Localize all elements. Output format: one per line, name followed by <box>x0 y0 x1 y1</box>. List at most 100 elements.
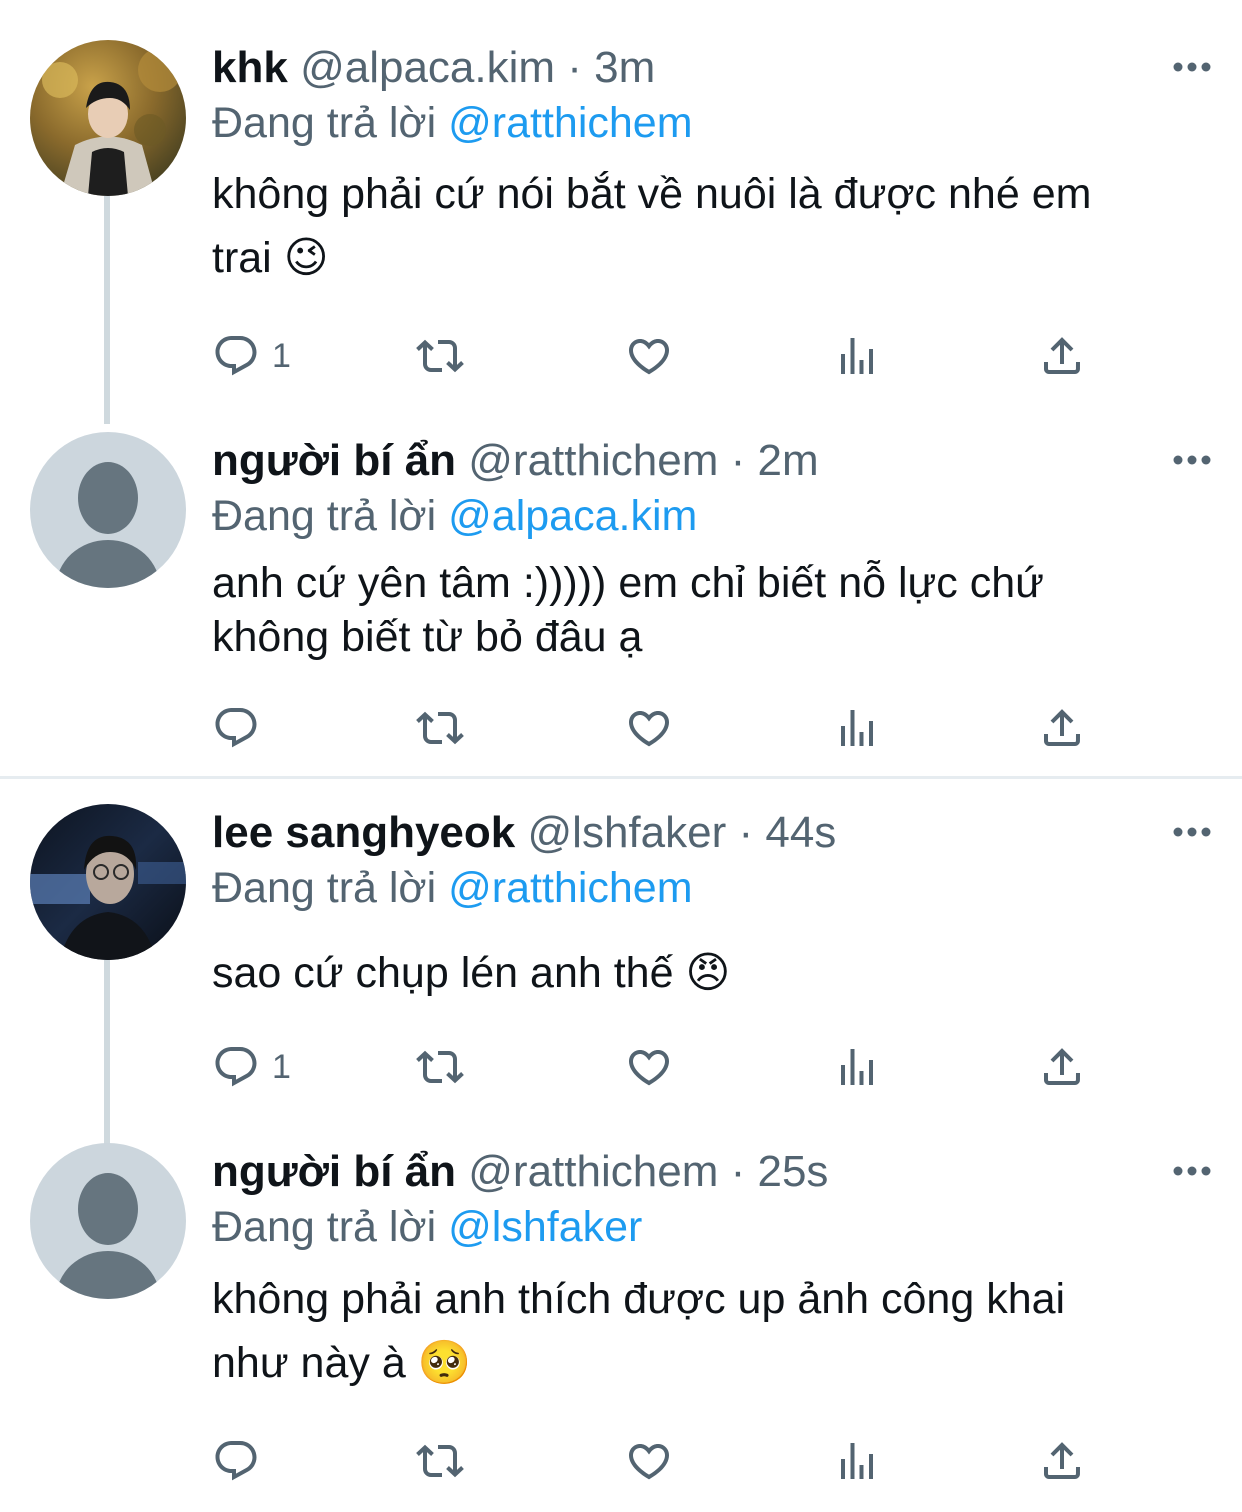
views-button[interactable] <box>833 698 881 758</box>
retweet-icon <box>416 1050 464 1084</box>
tweet-text-line: không biết từ bỏ đâu ạ <box>212 613 643 661</box>
tweet-header: người bí ẩn @ratthichem · 2m <box>212 434 819 488</box>
tweet-text-line: không phải cứ nói bắt về nuôi là được nh… <box>212 170 1092 218</box>
like-button[interactable] <box>625 698 673 758</box>
reply-button[interactable]: 1 <box>212 1037 291 1097</box>
share-button[interactable] <box>1038 1037 1086 1097</box>
pleading-emoji: 🥺 <box>417 1339 472 1387</box>
reply-button[interactable] <box>212 698 260 758</box>
mention-link[interactable]: @ratthichem <box>448 864 692 912</box>
share-icon <box>1044 1048 1080 1085</box>
share-icon <box>1044 337 1080 374</box>
replying-to-label: Đang trả lời <box>212 99 437 147</box>
reply-button[interactable] <box>212 1431 260 1491</box>
like-button[interactable] <box>625 1431 673 1491</box>
display-name[interactable]: khk <box>212 43 288 92</box>
handle[interactable]: @ratthichem <box>468 436 718 485</box>
reply-button[interactable]: 1 <box>212 326 291 386</box>
replying-to-label: Đang trả lời <box>212 1203 437 1251</box>
tweet-text-line: anh cứ yên tâm :))))) em chỉ biết nỗ lực… <box>212 559 1044 607</box>
mention-link[interactable]: @alpaca.kim <box>448 492 697 540</box>
more-icon[interactable] <box>1172 60 1212 72</box>
retweet-button[interactable] <box>416 1037 464 1097</box>
thread-line <box>104 196 110 424</box>
avatar-photo <box>30 804 186 960</box>
reply-icon <box>215 1441 257 1481</box>
mention-link[interactable]: @ratthichem <box>448 99 692 147</box>
views-button[interactable] <box>833 326 881 386</box>
share-button[interactable] <box>1038 1431 1086 1491</box>
handle[interactable]: @ratthichem <box>468 1147 718 1196</box>
heart-icon <box>628 1050 670 1086</box>
tweet-text: không phải cứ nói bắt về nuôi là được nh… <box>212 162 1212 290</box>
replying-to: Đang trả lời @alpaca.kim <box>212 489 697 543</box>
heart-icon <box>628 1444 670 1480</box>
tweet-text: anh cứ yên tâm :))))) em chỉ biết nỗ lực… <box>212 556 1212 664</box>
tweet-text-line: không phải anh thích được up ảnh công kh… <box>212 1275 1066 1323</box>
avatar-photo <box>30 40 186 196</box>
timestamp[interactable]: 2m <box>757 436 818 485</box>
tweet-header: khk @alpaca.kim · 3m <box>212 41 655 95</box>
more-icon[interactable] <box>1172 1164 1212 1176</box>
views-button[interactable] <box>833 1037 881 1097</box>
like-button[interactable] <box>625 326 673 386</box>
retweet-icon <box>416 1444 464 1478</box>
reply-icon <box>215 708 257 748</box>
reply-count: 1 <box>272 336 291 375</box>
analytics-icon <box>841 1443 873 1479</box>
tweet-text-line: như này à <box>212 1339 406 1387</box>
separator-dot: · <box>730 436 758 485</box>
views-button[interactable] <box>833 1431 881 1491</box>
separator-dot: · <box>567 43 595 92</box>
tweet-text-line: sao cứ chụp lén anh thế <box>212 949 674 997</box>
more-icon[interactable] <box>1172 825 1212 837</box>
share-button[interactable] <box>1038 326 1086 386</box>
separator-dot: · <box>738 808 766 857</box>
avatar[interactable] <box>30 804 186 960</box>
tweet-text-line: trai <box>212 234 272 282</box>
reply-count: 1 <box>272 1047 291 1086</box>
like-button[interactable] <box>625 1037 673 1097</box>
display-name[interactable]: người bí ẩn <box>212 1147 456 1196</box>
default-avatar-icon <box>30 432 186 588</box>
timestamp[interactable]: 3m <box>594 43 655 92</box>
retweet-button[interactable] <box>416 1431 464 1491</box>
retweet-icon <box>416 711 464 745</box>
thread-line <box>104 960 110 1144</box>
mention-link[interactable]: @lshfaker <box>448 1203 642 1251</box>
avatar[interactable] <box>30 432 186 588</box>
handle[interactable]: @lshfaker <box>528 808 727 857</box>
share-button[interactable] <box>1038 698 1086 758</box>
retweet-button[interactable] <box>416 698 464 758</box>
timestamp[interactable]: 44s <box>765 808 836 857</box>
tweet-text: không phải anh thích được up ảnh công kh… <box>212 1267 1212 1395</box>
tweet-header: lee sanghyeok @lshfaker · 44s <box>212 806 836 860</box>
heart-icon <box>628 711 670 747</box>
wink-emoji: 😉 <box>283 234 329 282</box>
heart-icon <box>628 339 670 375</box>
avatar[interactable] <box>30 40 186 196</box>
separator-dot: · <box>730 1147 758 1196</box>
reply-icon <box>215 336 257 376</box>
replying-to-label: Đang trả lời <box>212 864 437 912</box>
avatar[interactable] <box>30 1143 186 1299</box>
retweet-icon <box>416 339 464 373</box>
more-icon[interactable] <box>1172 453 1212 465</box>
analytics-icon <box>841 338 873 374</box>
replying-to: Đang trả lời @lshfaker <box>212 1200 642 1254</box>
share-icon <box>1044 709 1080 746</box>
tweet-4[interactable]: người bí ẩn @ratthichem · 25s Đang trả l… <box>0 1139 1242 1512</box>
tweet-actions <box>212 698 1092 758</box>
display-name[interactable]: lee sanghyeok <box>212 808 515 857</box>
display-name[interactable]: người bí ẩn <box>212 436 456 485</box>
handle[interactable]: @alpaca.kim <box>300 43 555 92</box>
timestamp[interactable]: 25s <box>757 1147 828 1196</box>
retweet-button[interactable] <box>416 326 464 386</box>
tweet-3[interactable]: lee sanghyeok @lshfaker · 44s Đang trả l… <box>0 779 1242 1144</box>
tweet-2[interactable]: người bí ẩn @ratthichem · 2m Đang trả lờ… <box>0 420 1242 776</box>
analytics-icon <box>841 710 873 746</box>
default-avatar-icon <box>30 1143 186 1299</box>
angry-emoji: 😠 <box>685 949 731 997</box>
analytics-icon <box>841 1049 873 1085</box>
tweet-1[interactable]: khk @alpaca.kim · 3m Đang trả lời @ratth… <box>0 0 1242 424</box>
